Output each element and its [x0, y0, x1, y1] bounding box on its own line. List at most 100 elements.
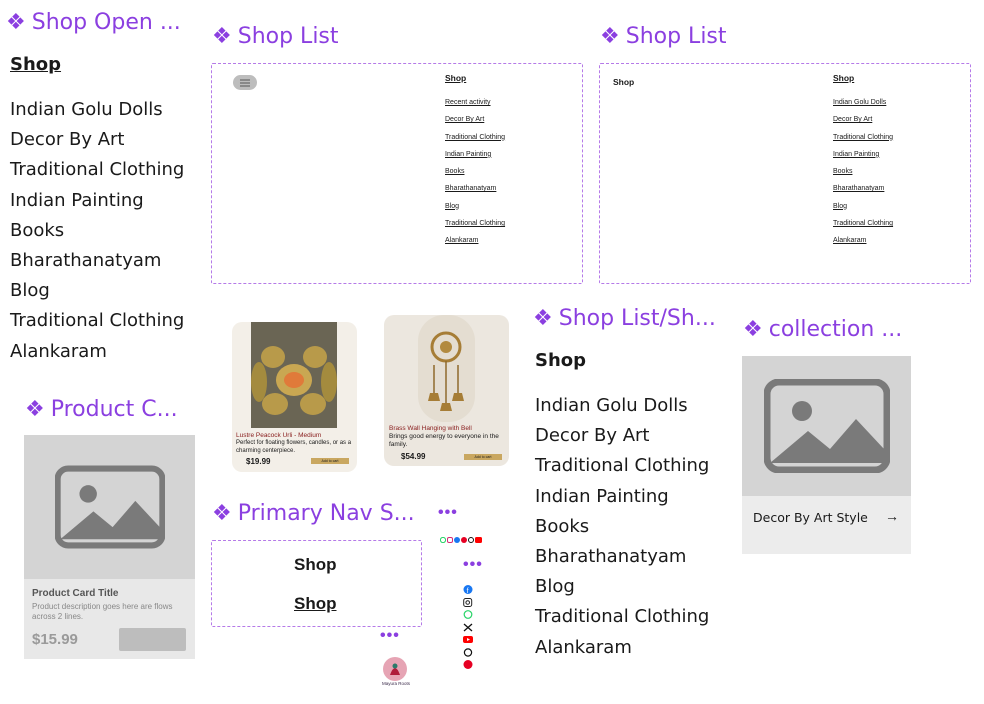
component-title-collection[interactable]: ❖ collection ...	[743, 317, 902, 342]
collection-label: Decor By Art Style	[753, 510, 868, 525]
menu-item[interactable]: Decor By Art	[445, 116, 505, 133]
menu-item[interactable]: Traditional Clothing	[833, 220, 893, 237]
instagram-icon	[447, 537, 453, 543]
nav-shop-item-active[interactable]: Shop	[294, 594, 337, 614]
component-title-primary-nav[interactable]: ❖ Primary Nav S...	[212, 501, 415, 526]
menu-item[interactable]: Decor By Art	[10, 125, 184, 155]
menu-item[interactable]: Indian Golu Dolls	[535, 391, 709, 421]
menu-item[interactable]: Books	[445, 168, 505, 185]
social-icons-column: f	[463, 585, 473, 669]
hamburger-menu-icon[interactable]	[233, 75, 257, 90]
menu-item[interactable]: Alankaram	[445, 237, 505, 254]
more-icon[interactable]: •••	[438, 504, 458, 522]
menu-item[interactable]: Decor By Art	[535, 421, 709, 451]
primary-nav-frame: Shop Shop	[211, 540, 422, 627]
shop-list-menu: Shop Indian Golu Dolls Decor By Art Tradit…	[833, 73, 893, 255]
product-card-description: Product description goes here are flows …	[32, 602, 173, 621]
menu-item[interactable]: Indian Painting	[535, 482, 709, 512]
pinterest-icon[interactable]	[463, 660, 473, 669]
menu-item[interactable]: Traditional Clothing	[10, 155, 184, 185]
menu-item[interactable]: Traditional Clothing	[535, 602, 709, 632]
menu-item[interactable]: Indian Golu Dolls	[833, 99, 893, 116]
menu-item[interactable]: Traditional Clothing	[445, 134, 505, 151]
product-card-urli[interactable]: Lustre Peacock Urli - Medium Perfect for…	[232, 322, 357, 472]
shop-list-frame: Shop Recent activity Decor By Art Traditio…	[211, 63, 583, 284]
product-card-price: $15.99	[32, 631, 78, 648]
image-placeholder-icon	[763, 379, 890, 473]
component-icon: ❖	[600, 24, 620, 49]
component-icon: ❖	[743, 317, 763, 342]
menu-heading[interactable]: Shop	[535, 350, 709, 371]
menu-item[interactable]: Bharathanatyam	[535, 542, 709, 572]
product-card-bell[interactable]: Brass Wall Hanging with Bell Brings good…	[384, 315, 509, 466]
peacock-logo-icon	[383, 657, 407, 681]
menu-item[interactable]: Traditional Clothing	[445, 220, 505, 237]
product-card-button[interactable]	[119, 628, 186, 651]
menu-heading[interactable]: Shop	[10, 54, 184, 75]
component-title-label: collection ...	[768, 317, 903, 342]
facebook-icon[interactable]: f	[463, 585, 473, 594]
component-title-label: Product C...	[50, 397, 178, 422]
svg-text:f: f	[467, 588, 469, 594]
menu-item[interactable]: Books	[10, 216, 184, 246]
whatsapp-icon	[440, 537, 446, 543]
menu-item[interactable]: Recent activity	[445, 99, 505, 116]
add-to-cart-button[interactable]: Add to cart	[464, 454, 502, 460]
component-title-product-card[interactable]: ❖ Product C...	[25, 397, 178, 422]
menu-item[interactable]: Books	[535, 512, 709, 542]
component-title-label: Shop List	[237, 24, 339, 49]
image-placeholder	[24, 435, 195, 579]
menu-item[interactable]: Indian Painting	[445, 151, 505, 168]
component-title-shop-list-2[interactable]: ❖ Shop List	[600, 24, 727, 49]
collection-card[interactable]: Decor By Art Style →	[742, 356, 911, 554]
menu-item[interactable]: Bharathanatyam	[445, 185, 505, 202]
menu-item[interactable]: Decor By Art	[833, 116, 893, 133]
component-title-label: Shop List	[625, 24, 727, 49]
menu-item[interactable]: Blog	[833, 203, 893, 220]
menu-item[interactable]: Traditional Clothing	[535, 451, 709, 481]
menu-item[interactable]: Blog	[535, 572, 709, 602]
menu-item[interactable]: Indian Painting	[833, 151, 893, 168]
component-title-shop-open[interactable]: ❖ Shop Open ...	[6, 10, 181, 35]
menu-item[interactable]: Traditional Clothing	[10, 306, 184, 336]
shop-label[interactable]: Shop	[613, 77, 634, 87]
product-name: Brass Wall Hanging with Bell	[389, 425, 472, 432]
add-to-cart-button[interactable]: Add to cart	[311, 458, 349, 464]
product-card-template[interactable]: Product Card Title Product description g…	[24, 435, 195, 659]
product-desc: Perfect for floating flowers, candles, o…	[236, 440, 352, 454]
youtube-icon[interactable]	[463, 635, 473, 644]
menu-item[interactable]: Traditional Clothing	[833, 134, 893, 151]
menu-item[interactable]: Bharathanatyam	[833, 185, 893, 202]
menu-item[interactable]: Blog	[10, 276, 184, 306]
nav-shop-item[interactable]: Shop	[294, 555, 337, 575]
menu-item[interactable]: Indian Golu Dolls	[10, 95, 184, 125]
threads-icon[interactable]	[463, 647, 473, 657]
whatsapp-icon[interactable]	[463, 610, 473, 619]
more-icon[interactable]: •••	[463, 556, 483, 574]
instagram-icon[interactable]	[463, 597, 473, 607]
menu-item[interactable]: Bharathanatyam	[10, 246, 184, 276]
component-title-shop-list-sh[interactable]: ❖ Shop List/Sh...	[533, 306, 716, 331]
product-price: $19.99	[246, 457, 271, 466]
menu-item[interactable]: Alankaram	[833, 237, 893, 254]
menu-heading[interactable]: Shop	[445, 73, 505, 83]
youtube-icon	[475, 537, 482, 543]
shop-list-sh-menu: Shop Indian Golu Dolls Decor By Art Tradit…	[535, 350, 709, 663]
image-placeholder	[742, 356, 911, 496]
more-icon[interactable]: •••	[380, 627, 400, 645]
x-twitter-icon[interactable]	[463, 623, 473, 632]
component-icon: ❖	[25, 397, 45, 422]
menu-item[interactable]: Indian Painting	[10, 186, 184, 216]
component-title-shop-list[interactable]: ❖ Shop List	[212, 24, 339, 49]
menu-item[interactable]: Alankaram	[535, 633, 709, 663]
menu-item[interactable]: Alankaram	[10, 337, 184, 367]
menu-item[interactable]: Blog	[445, 203, 505, 220]
menu-item[interactable]: Books	[833, 168, 893, 185]
menu-heading[interactable]: Shop	[833, 73, 893, 83]
shop-open-menu: Shop Indian Golu Dolls Decor By Art Tradit…	[10, 54, 184, 367]
product-price: $54.99	[401, 452, 426, 461]
arrow-right-icon[interactable]: →	[885, 508, 899, 524]
brand-logo: Mayura Roots	[380, 657, 410, 687]
component-icon: ❖	[533, 306, 553, 331]
component-icon: ❖	[6, 10, 26, 35]
